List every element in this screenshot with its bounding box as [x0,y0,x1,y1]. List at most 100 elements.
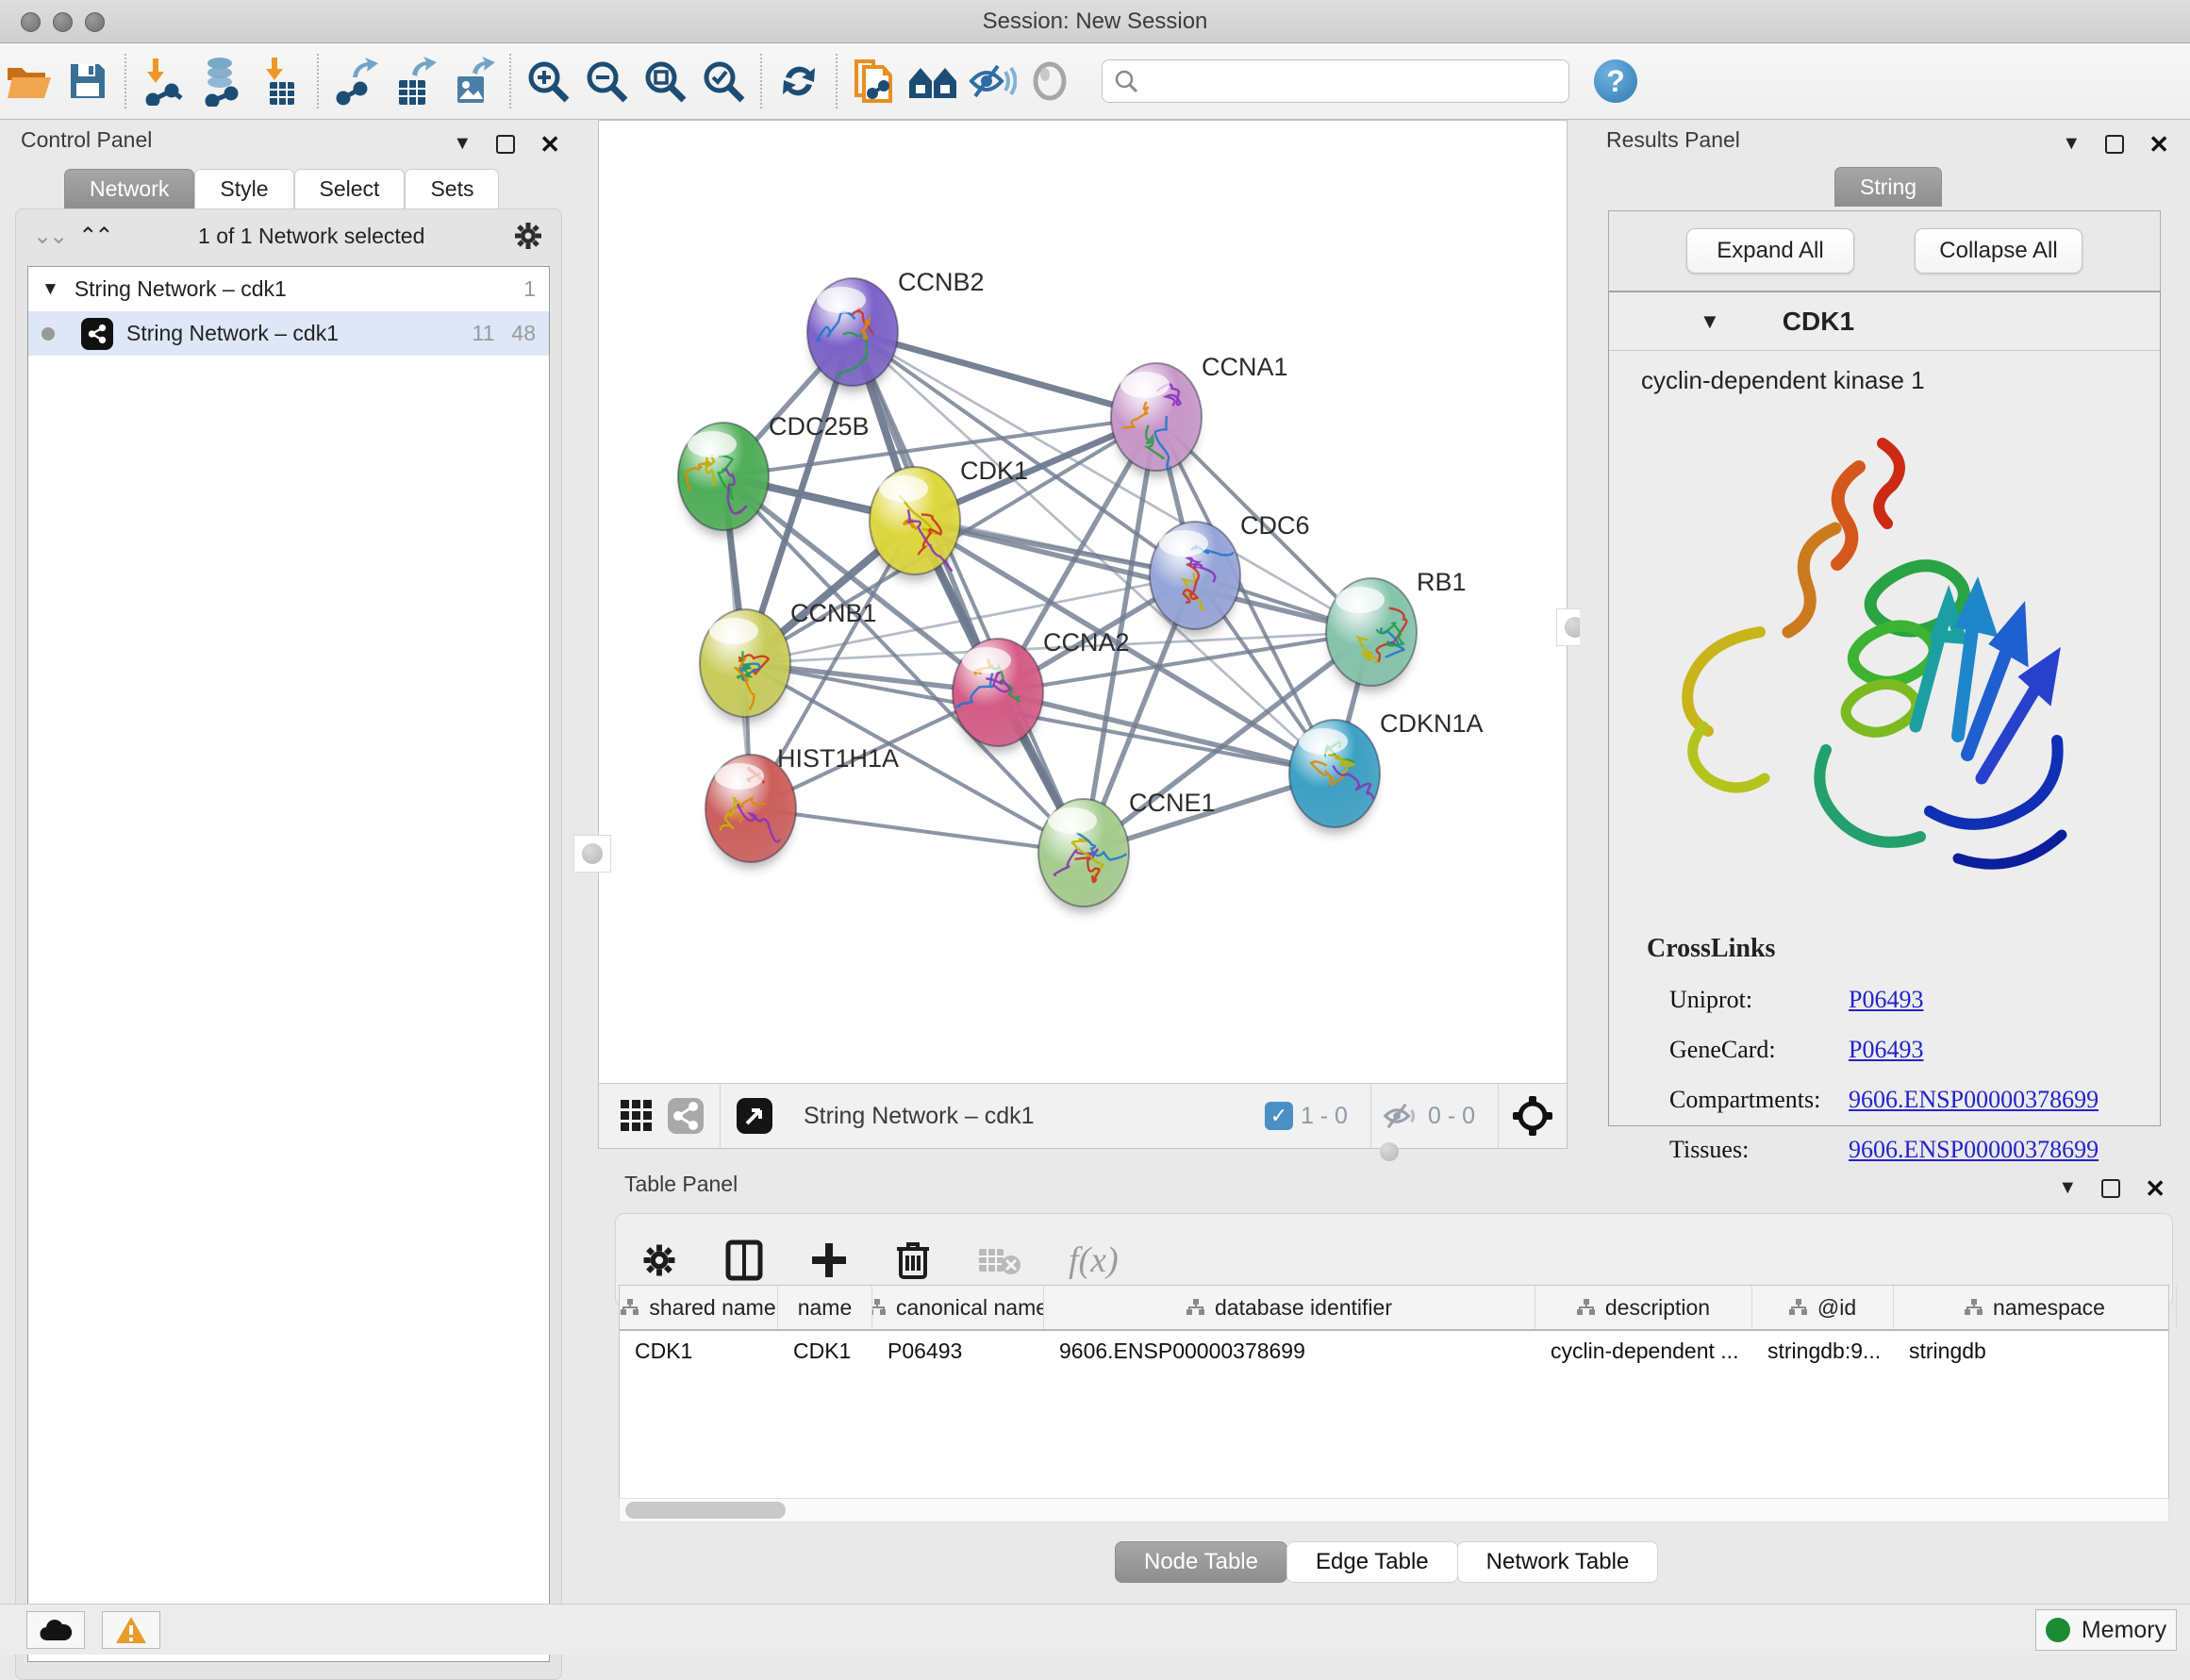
expand-all-networks-icon[interactable]: ⌄⌄ [33,223,65,250]
network-node-CDKN1A[interactable]: CDKN1A [1289,709,1484,834]
show-all-button[interactable] [1020,51,1079,111]
network-node-CCNE1[interactable]: CCNE1 [1038,789,1216,913]
network-node-CDC6[interactable]: CDC6 [1150,511,1310,636]
scrollbar-thumb[interactable] [625,1502,786,1519]
float-panel-icon[interactable] [2105,135,2124,154]
import-network-from-database-button[interactable] [192,51,251,111]
column-header-shared-name[interactable]: shared name [620,1286,778,1329]
bottom-splitter-grip[interactable] [1372,1139,1406,1164]
delete-table-icon [978,1244,1021,1276]
tree-expand-icon[interactable]: ▼ [41,279,59,300]
table-cell[interactable]: 9606.ENSP00000378699 [1044,1331,1535,1374]
share-view-button[interactable] [661,1091,710,1140]
warnings-button[interactable] [102,1611,160,1649]
left-splitter-grip[interactable] [573,835,611,873]
table-cell[interactable]: P06493 [872,1331,1044,1374]
grid-mode-button[interactable] [612,1091,661,1140]
tab-network[interactable]: Network [64,169,194,208]
float-panel-icon[interactable] [2101,1179,2120,1198]
table-header-row: shared namenamecanonical namedatabase id… [620,1286,2168,1331]
column-header--id[interactable]: @id [1752,1286,1894,1329]
search-input[interactable] [1138,69,1544,93]
help-button[interactable]: ? [1594,59,1637,103]
protein-structure-image [1647,415,2118,906]
expand-all-button[interactable]: Expand All [1686,228,1854,274]
tab-select[interactable]: Select [294,169,406,208]
table-cell[interactable]: stringdb [1894,1331,2177,1374]
open-session-button[interactable] [0,51,58,111]
crosslink-link[interactable]: 9606.ENSP00000378699 [1849,1136,2099,1164]
tab-style[interactable]: Style [194,169,293,208]
import-table-from-file-button[interactable] [251,51,309,111]
crosslink-link[interactable]: P06493 [1849,986,1923,1014]
network-node-CCNB1[interactable]: CCNB1 [700,599,877,724]
network-node-RB1[interactable]: RB1 [1326,568,1467,692]
cloud-status-button[interactable] [26,1611,85,1649]
collapse-panel-icon[interactable]: ▼ [2058,1177,2077,1199]
add-column-icon[interactable] [810,1241,848,1279]
collapse-panel-icon[interactable]: ▼ [2062,133,2081,155]
export-network-button[interactable] [326,51,385,111]
float-panel-icon[interactable] [496,135,515,154]
search-box[interactable] [1102,59,1569,103]
import-network-from-file-button[interactable] [134,51,192,111]
collapse-all-button[interactable]: Collapse All [1915,228,2082,274]
node-section-header[interactable]: ▼ CDK1 [1609,292,2160,351]
table-horizontal-scrollbar[interactable] [619,1498,2169,1522]
zoom-out-button[interactable] [577,51,636,111]
network-node-CCNB2[interactable]: CCNB2 [807,268,985,392]
database-import-icon [197,56,246,107]
tab-sets[interactable]: Sets [405,169,499,208]
apply-preferred-layout-button[interactable] [770,51,828,111]
zoom-fit-button[interactable] [636,51,694,111]
crosslink-label: Tissues: [1669,1136,1849,1164]
close-panel-icon[interactable]: ✕ [539,135,560,154]
network-node-HIST1H1A[interactable]: HIST1H1A [705,744,899,869]
table-cell[interactable]: CDK1 [778,1331,872,1374]
table-row[interactable]: CDK1CDK1P064939606.ENSP00000378699cyclin… [620,1331,2168,1374]
selected-nodes-checkbox[interactable]: ✓ [1265,1102,1293,1130]
export-image-button[interactable] [443,51,502,111]
hide-selected-button[interactable] [962,51,1020,111]
node-label-CCNE1: CCNE1 [1129,789,1216,817]
export-table-button[interactable] [385,51,443,111]
network-collection-row[interactable]: ▼ String Network – cdk1 1 [28,267,549,311]
tab-node-table[interactable]: Node Table [1115,1541,1287,1583]
column-header-name[interactable]: name [778,1286,872,1329]
detach-view-button[interactable] [730,1091,779,1140]
new-network-from-selection-button[interactable] [845,51,904,111]
network-row[interactable]: String Network – cdk1 11 48 [28,311,549,356]
section-collapse-icon[interactable]: ▼ [1700,309,1720,334]
column-header-description[interactable]: description [1535,1286,1752,1329]
tab-network-table[interactable]: Network Table [1457,1541,1659,1583]
column-header-database-identifier[interactable]: database identifier [1044,1286,1535,1329]
save-session-button[interactable] [58,51,117,111]
zoom-in-button[interactable] [519,51,577,111]
collapse-panel-icon[interactable]: ▼ [453,133,472,155]
tab-edge-table[interactable]: Edge Table [1286,1541,1458,1583]
zoom-selected-button[interactable] [694,51,753,111]
column-header-canonical-name[interactable]: canonical name [872,1286,1044,1329]
show-columns-icon[interactable] [725,1239,763,1281]
table-cell[interactable]: cyclin-dependent ... [1535,1331,1752,1374]
crosslink-link[interactable]: 9606.ENSP00000378699 [1849,1086,2099,1114]
control-panel: Control Panel ▼ ✕ NetworkStyleSelectSets… [0,120,585,1604]
network-options-gear-icon[interactable] [512,220,544,252]
network-node-CDK1[interactable]: CDK1 [870,457,1028,581]
tab-string[interactable]: String [1834,167,1942,207]
table-cell[interactable]: stringdb:9... [1752,1331,1894,1374]
birdseye-view-button[interactable] [1508,1091,1557,1140]
first-neighbors-button[interactable] [904,51,962,111]
collapse-all-networks-icon[interactable]: ⌃⌃ [78,223,110,250]
table-options-gear-icon[interactable] [640,1241,678,1279]
delete-column-trash-icon[interactable] [895,1239,931,1281]
close-panel-icon[interactable]: ✕ [2149,135,2169,154]
column-header-namespace[interactable]: namespace [1894,1286,2177,1329]
network-view[interactable]: CCNB2CCNA1CDC25BCDK1CDC6RB1CCNB1CCNA2CDK… [598,120,1568,1149]
toolbar-divider [509,54,511,108]
network-graph[interactable]: CCNB2CCNA1CDC25BCDK1CDC6RB1CCNB1CCNA2CDK… [599,121,1567,1083]
crosslink-link[interactable]: P06493 [1849,1036,1923,1064]
close-panel-icon[interactable]: ✕ [2145,1179,2165,1198]
table-cell[interactable]: CDK1 [620,1331,778,1374]
memory-button[interactable]: Memory [2035,1609,2177,1651]
